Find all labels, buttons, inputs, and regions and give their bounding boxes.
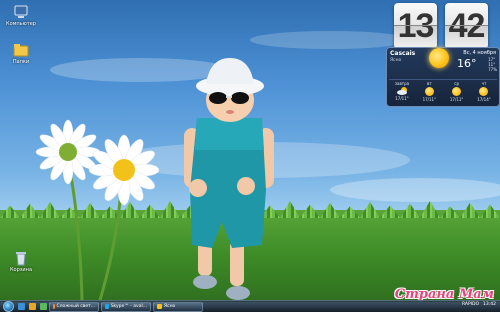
partly-cloudy-icon <box>396 87 408 95</box>
sun-icon <box>424 87 434 96</box>
weather-city: Cascais <box>390 50 416 57</box>
taskbar-button-label: Ясно <box>164 303 176 309</box>
weather-condition: Ясно <box>390 58 402 63</box>
computer-icon <box>13 4 29 20</box>
start-button[interactable] <box>3 301 14 312</box>
forecast-temps: 17/14° <box>477 97 491 102</box>
forecast-temps: 17/11° <box>422 97 437 102</box>
taskbar-button-gadget[interactable]: Ясно <box>153 301 203 312</box>
forecast-temps: 17/11° <box>449 97 464 102</box>
taskbar: Сложный свет... Skype™ - aval... Ясно RA… <box>0 300 500 312</box>
recycle-bin-icon <box>13 250 29 266</box>
forecast-day: чт 17/14° <box>471 80 497 104</box>
forecast-day: ср 17/11° <box>444 80 470 104</box>
clock-minutes: 42 <box>445 3 488 49</box>
quicklaunch-ie-icon[interactable] <box>18 303 25 310</box>
system-tray: RAPIDO 13:42 <box>462 302 496 307</box>
weather-detail-humidity: 77% <box>488 67 497 72</box>
tray-clock[interactable]: 13:42 <box>483 302 496 307</box>
forecast-day: вт 17/11° <box>416 80 442 104</box>
sun-icon <box>452 87 462 96</box>
desktop-icon-folder[interactable]: Папки <box>1 42 41 65</box>
forecast-day-name: чт <box>481 81 487 86</box>
sun-icon <box>429 48 449 68</box>
quicklaunch-media-icon[interactable] <box>40 303 47 310</box>
skype-icon <box>105 304 109 309</box>
taskbar-button-label: Skype™ - aval... <box>110 303 147 309</box>
desktop-icon-label: Папки <box>12 59 30 65</box>
taskbar-button-label: Сложный свет... <box>56 303 95 309</box>
taskbar-button-skype[interactable]: Skype™ - aval... <box>101 301 151 312</box>
forecast-day-name: вт <box>426 81 432 86</box>
child-figure <box>184 58 274 300</box>
weather-temperature: 16° <box>457 57 477 70</box>
desktop-icon-computer[interactable]: Компьютер <box>1 4 41 27</box>
forecast-day: завтра 17/11° <box>389 80 415 104</box>
desktop-icon-label: Корзина <box>9 267 33 273</box>
folder-icon <box>13 42 29 58</box>
forecast-temps: 17/11° <box>395 96 409 101</box>
clock-gadget[interactable]: 13 42 <box>392 3 492 51</box>
quicklaunch-folder-icon[interactable] <box>29 303 36 310</box>
weather-gadget[interactable]: Cascais Ясно Вс, 4 ноября 16° 17° 11° 77… <box>386 47 500 107</box>
taskbar-button-browser[interactable]: Сложный свет... <box>49 301 99 312</box>
forecast-day-name: завтра <box>394 81 410 86</box>
desktop-icon-label: Компьютер <box>6 21 36 27</box>
gadget-icon <box>157 304 162 309</box>
tray-language[interactable]: RAPIDO <box>462 302 479 307</box>
weather-date: Вс, 4 ноября <box>463 50 496 56</box>
clock-hours: 13 <box>394 3 437 49</box>
browser-icon <box>53 304 55 309</box>
desktop-icon-recycle-bin[interactable]: Корзина <box>1 250 41 273</box>
sun-icon <box>479 87 489 96</box>
weather-forecast: завтра 17/11° вт 17/11° ср 17/11° чт 17/… <box>389 79 497 104</box>
forecast-day-name: ср <box>454 81 460 86</box>
weather-details: 17° 11° 77% <box>488 57 497 72</box>
